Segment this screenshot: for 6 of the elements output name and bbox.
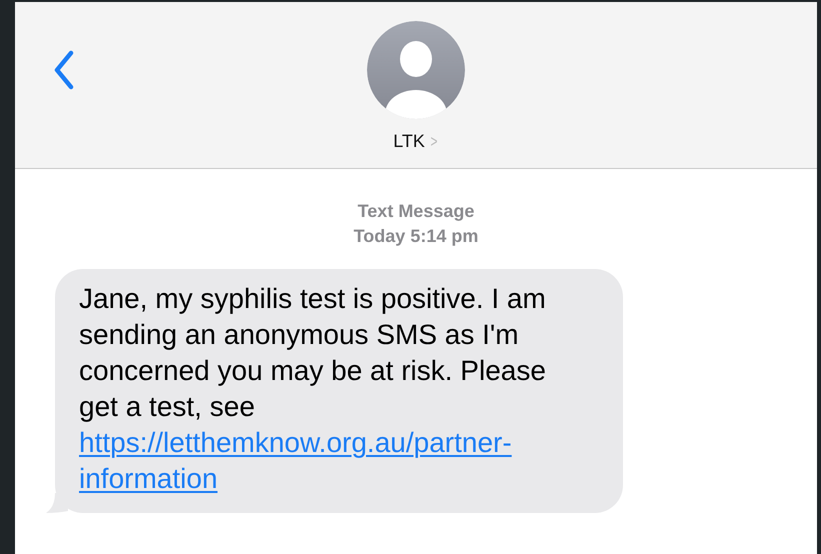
contact-avatar-icon [367,21,465,119]
service-label: Text Message [356,200,476,223]
timestamp: Today 5:14 pm [352,225,480,248]
message-text: Jane, my syphilis test is positive. I am sending an anonymous SMS as I'm concerned you may be at risk. Please get a test, see https://letthemknow.org.au/partner-information [79,281,577,497]
back-button[interactable] [53,50,75,90]
contact-name-button[interactable]: LTK > [393,131,439,152]
